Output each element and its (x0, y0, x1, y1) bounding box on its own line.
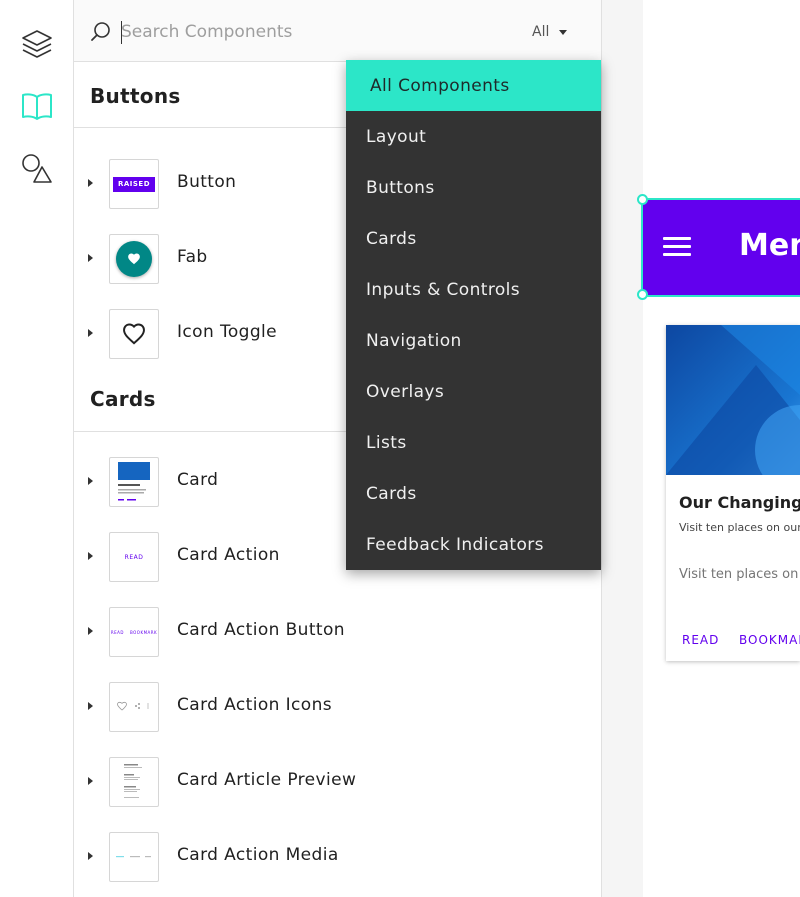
component-label: Card Article Preview (177, 770, 357, 790)
card-action-icons-preview (117, 701, 149, 711)
menu-item-overlays[interactable]: Overlays (346, 366, 601, 417)
caret-down-icon (559, 29, 568, 35)
menu-item-layout[interactable]: Layout (346, 111, 601, 162)
card-title: Our Changing P (679, 493, 800, 512)
selection-outline (641, 198, 800, 297)
expand-arrow-icon[interactable] (88, 852, 93, 860)
thumbnail-text: READ (110, 629, 124, 635)
component-item-card-action-icons[interactable]: Card Action Icons (74, 677, 601, 737)
card-preview-image (118, 462, 150, 501)
menu-item-feedback-indicators[interactable]: Feedback Indicators (346, 519, 601, 570)
menu-item-lists[interactable]: Lists (346, 417, 601, 468)
component-thumbnail (109, 309, 159, 359)
card-bookmark-button[interactable]: BOOKMAR (739, 633, 800, 647)
layers-button[interactable] (16, 23, 58, 65)
text-cursor (121, 21, 122, 44)
section-title-buttons: Buttons (90, 84, 181, 108)
component-thumbnail (109, 682, 159, 732)
menu-item-buttons[interactable]: Buttons (346, 162, 601, 213)
card-body-text: Visit ten places on are undergoing the t… (679, 567, 800, 582)
expand-arrow-icon[interactable] (88, 477, 93, 485)
action-media-preview (116, 856, 151, 858)
book-icon (22, 93, 52, 120)
layers-icon (22, 30, 52, 58)
fab-preview (116, 241, 152, 277)
component-thumbnail: READ (109, 532, 159, 582)
heart-icon (128, 253, 140, 265)
component-label: Card Action Button (177, 620, 345, 640)
card-subtitle: Visit ten places on our undergoing the b… (679, 521, 800, 534)
component-thumbnail (109, 832, 159, 882)
component-thumbnail: READ BOOKMARK (109, 607, 159, 657)
component-thumbnail: RAISED (109, 159, 159, 209)
component-label: Card Action Icons (177, 695, 333, 715)
menu-item-cards-2[interactable]: Cards (346, 468, 601, 519)
expand-arrow-icon[interactable] (88, 702, 93, 710)
filter-label: All (532, 24, 550, 40)
left-rail (0, 0, 74, 897)
component-thumbnail (109, 757, 159, 807)
raised-button-preview: RAISED (113, 176, 155, 192)
component-label: Card Action (177, 545, 280, 565)
search-input[interactable] (121, 17, 451, 47)
component-label: Icon Toggle (177, 322, 278, 342)
component-label: Card (177, 470, 219, 490)
card-read-button[interactable]: READ (682, 633, 719, 647)
heart-outline-icon (123, 323, 145, 345)
component-item-card-action-button[interactable]: READ BOOKMARK Card Action Button (74, 602, 601, 662)
menu-item-cards[interactable]: Cards (346, 213, 601, 264)
expand-arrow-icon[interactable] (88, 179, 93, 187)
menu-item-inputs-controls[interactable]: Inputs & Controls (346, 264, 601, 315)
search-icon (91, 22, 110, 41)
thumbnail-text: READ (124, 553, 144, 561)
component-item-card-article-preview[interactable]: Card Article Preview (74, 752, 601, 812)
resize-handle-bottom-left[interactable] (637, 289, 648, 300)
shapes-button[interactable] (16, 147, 58, 189)
component-thumbnail (109, 457, 159, 507)
expand-arrow-icon[interactable] (88, 627, 93, 635)
resize-handle-top-left[interactable] (637, 194, 648, 205)
component-label: Card Action Media (177, 845, 339, 865)
section-title-cards: Cards (90, 387, 156, 411)
search-bar: All (74, 0, 601, 62)
expand-arrow-icon[interactable] (88, 552, 93, 560)
preview-card: Our Changing P Visit ten places on our u… (666, 325, 800, 661)
shapes-icon (22, 154, 52, 183)
component-label: Fab (177, 247, 208, 267)
menu-item-all-components[interactable]: All Components (346, 60, 601, 111)
article-preview-image (124, 764, 142, 798)
component-thumbnail (109, 234, 159, 284)
category-filter-dropdown[interactable]: All (532, 24, 568, 40)
component-item-card-action-media[interactable]: Card Action Media (74, 827, 601, 887)
library-button[interactable] (16, 85, 58, 127)
expand-arrow-icon[interactable] (88, 777, 93, 785)
card-media-image (666, 325, 800, 475)
expand-arrow-icon[interactable] (88, 254, 93, 262)
card-media-art (666, 325, 800, 475)
expand-arrow-icon[interactable] (88, 329, 93, 337)
category-dropdown-menu: All Components Layout Buttons Cards Inpu… (346, 60, 601, 570)
menu-item-navigation[interactable]: Navigation (346, 315, 601, 366)
component-label: Button (177, 172, 237, 192)
thumbnail-text: BOOKMARK (129, 629, 158, 635)
